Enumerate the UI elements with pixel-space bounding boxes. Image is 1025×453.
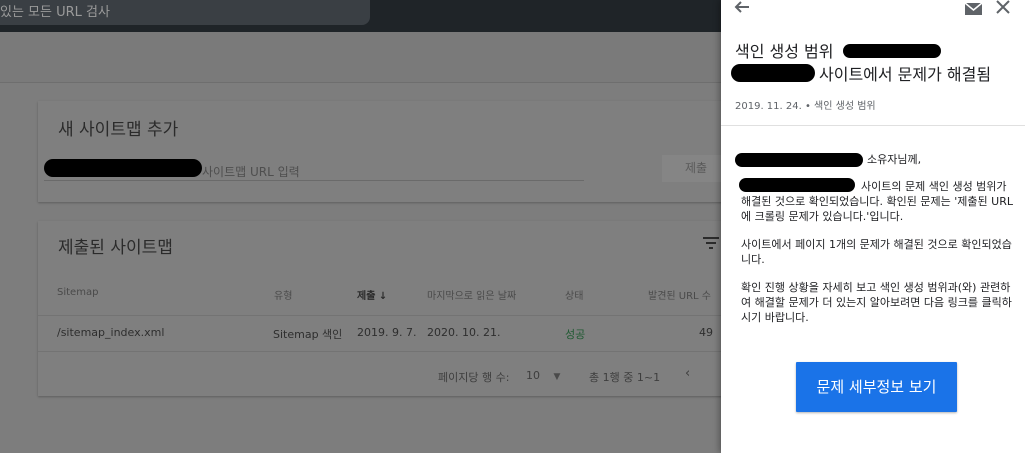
notification-title-prefix: 색인 생성 범위 (735, 42, 834, 61)
redacted-site-name-2 (731, 64, 815, 82)
notification-meta: 2019. 11. 24. • 색인 생성 범위 (735, 101, 876, 112)
redacted-domain (44, 159, 202, 177)
message-paragraph-2: 사이트에서 페이지 1개의 문제가 해결된 것으로 확인되었습니다. (741, 238, 1012, 266)
notification-panel: 색인 생성 범위 사이트에서 문제가 해결됨 2019. 11. 24. • 색… (721, 0, 1025, 453)
previous-page-icon[interactable]: ‹ (685, 366, 690, 381)
cell-status: 성공 (565, 328, 586, 341)
mail-icon[interactable] (963, 0, 985, 18)
arrow-down-icon: ↓ (378, 291, 388, 302)
rows-per-page-value: 10 (526, 369, 540, 382)
column-header-last-read[interactable]: 마지막으로 읽은 날짜 (427, 287, 516, 302)
column-header-type[interactable]: 유형 (274, 287, 292, 302)
row-divider (38, 351, 721, 352)
filter-icon[interactable] (703, 237, 719, 249)
column-header-submitted[interactable]: 제출 ↓ (357, 287, 387, 302)
cell-type: Sitemap 색인 (273, 328, 343, 341)
column-header-submitted-label: 제출 (357, 291, 376, 302)
greeting: 소유자님께, (867, 153, 922, 166)
column-header-status[interactable]: 상태 (565, 287, 583, 302)
header-divider (38, 315, 721, 316)
cell-url-count: 49 (699, 326, 713, 339)
notification-title-suffix: 사이트에서 문제가 해결됨 (819, 65, 992, 84)
redacted-owner (735, 153, 863, 167)
cell-sitemap[interactable]: /sitemap_index.xml (57, 326, 164, 339)
url-inspect-search[interactable]: 있는 모든 URL 검사 (0, 0, 370, 25)
search-placeholder: 있는 모든 URL 검사 (0, 5, 110, 20)
pagination-range: 총 1행 중 1~1 (589, 371, 661, 384)
cell-last-read: 2020. 10. 21. (427, 326, 501, 339)
column-header-sitemap[interactable]: Sitemap (57, 287, 98, 298)
submitted-sitemaps-title: 제출된 사이트맵 (58, 238, 173, 258)
column-header-url-count[interactable]: 발견된 URL 수 (648, 287, 711, 302)
view-issue-details-button[interactable]: 문제 세부정보 보기 (796, 362, 957, 412)
close-icon[interactable] (992, 0, 1014, 16)
message-paragraph-3: 확인 진행 상황을 자세히 보고 색인 생성 범위과(와) 관련하여 해결할 문… (741, 281, 1012, 324)
add-sitemap-card: 새 사이트맵 추가 사이트맵 URL 입력 제출 (38, 101, 721, 202)
sitemap-url-input[interactable]: 사이트맵 URL 입력 (202, 163, 300, 180)
submit-sitemap-button[interactable]: 제출 (662, 155, 721, 182)
background-page: 있는 모든 URL 검사 새 사이트맵 추가 사이트맵 URL 입력 제출 제출… (0, 0, 721, 453)
cell-submitted: 2019. 9. 7. (357, 326, 417, 339)
back-arrow-icon[interactable] (731, 0, 753, 16)
dropdown-arrow-icon: ▼ (553, 372, 561, 382)
message-paragraph-1: 사이트의 문제 색인 생성 범위가 해결된 것으로 확인되었습니다. 확인된 문… (741, 180, 1013, 223)
top-bar: 있는 모든 URL 검사 (0, 0, 721, 32)
sitemap-url-input-underline (44, 180, 584, 181)
redacted-site-name (843, 44, 941, 58)
rows-per-page-label: 페이지당 행 수: (438, 371, 510, 384)
sub-header-bar (0, 32, 721, 83)
panel-divider (721, 125, 1025, 126)
submitted-sitemaps-card: 제출된 사이트맵 Sitemap 유형 제출 ↓ 마지막으로 읽은 날짜 상태 … (38, 221, 721, 396)
rows-per-page-select[interactable]: 10 ▼ (526, 369, 560, 382)
add-sitemap-title: 새 사이트맵 추가 (58, 120, 179, 140)
